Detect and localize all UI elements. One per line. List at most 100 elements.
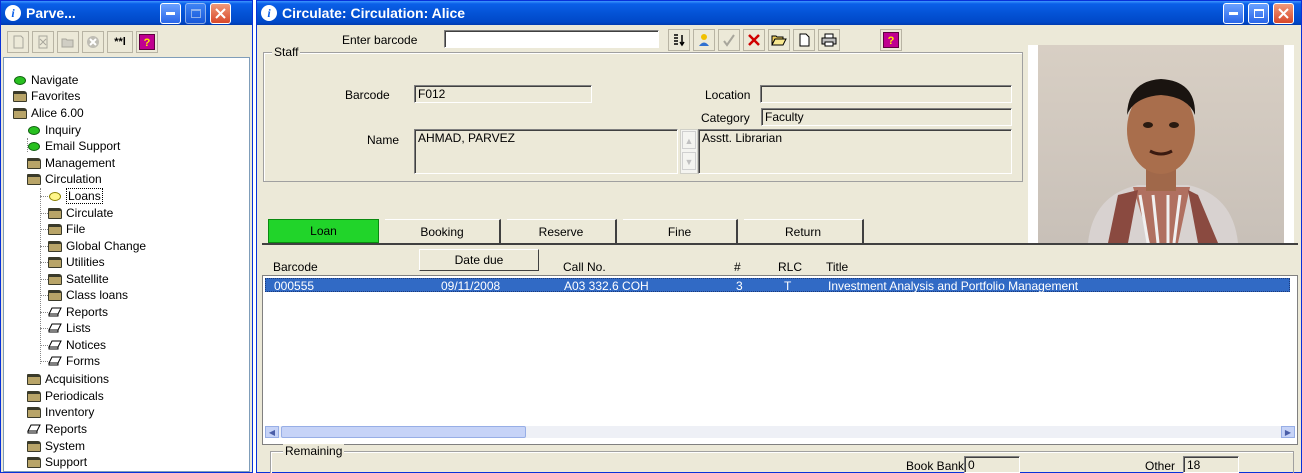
tree-item-periodicals[interactable]: Periodicals [27,388,104,404]
staff-group-title: Staff [272,45,301,59]
tree-item-management[interactable]: Management [27,155,115,171]
barcode-input[interactable] [444,30,659,48]
location-field[interactable] [760,85,1012,103]
close-button[interactable] [1273,3,1294,24]
name-field[interactable]: AHMAD, PARVEZ [414,129,678,174]
tree-label: Reports [66,305,109,319]
tab-reserve[interactable]: Reserve [507,219,617,243]
tree-connector [40,312,48,313]
minimize-icon [1229,12,1238,15]
other-label: Other [1145,459,1176,473]
tab-label: Loan [310,224,337,238]
patron-button[interactable] [693,29,715,51]
stop-button[interactable] [82,31,104,53]
cell-title: Investment Analysis and Portfolio Manage… [828,279,1079,293]
tree-label: File [66,222,86,236]
circulate-titlebar[interactable]: i Circulate: Circulation: Alice [257,1,1301,25]
col-rlc[interactable]: RLC [778,260,802,274]
new-button[interactable] [7,31,29,53]
delete-button[interactable] [32,31,54,53]
scroll-down-icon[interactable]: ▼ [682,152,696,170]
wildcard-button[interactable]: **l [107,31,133,53]
green-circle-icon [14,75,26,85]
category-field[interactable]: Faculty [761,108,1012,126]
cross-icon [748,34,760,46]
tree-connector [40,229,48,230]
tree-item-navigate[interactable]: Navigate [13,72,78,88]
close-button[interactable] [210,3,231,24]
tree-item-system[interactable]: System [27,438,85,454]
tree-label: Alice 6.00 [31,106,84,120]
green-circle-icon [28,125,40,135]
tree-item-inquiry[interactable]: Inquiry [27,122,81,138]
sort-button[interactable] [668,29,690,51]
tree-item-inventory[interactable]: Inventory [27,404,94,420]
tab-booking[interactable]: Booking [385,219,501,243]
person-icon [699,34,709,46]
tree-item-file[interactable]: File [48,221,85,237]
tree-item-favorites[interactable]: Favorites [13,88,80,104]
book-bank-field[interactable]: 0 [964,456,1020,473]
tree-label: Acquisitions [45,372,110,386]
scrollbar-thumb[interactable] [281,426,526,438]
tree-item-reports-sub[interactable]: Reports [48,304,108,320]
accept-button[interactable] [718,29,740,51]
minimize-button[interactable] [160,3,181,24]
help-button[interactable]: ? [136,31,158,53]
open-folder-icon [771,35,787,46]
tree-item-acquisitions[interactable]: Acquisitions [27,371,109,387]
loan-list[interactable]: 000555 09/11/2008 A03 332.6 COH 3 T Inve… [262,275,1298,445]
tab-return[interactable]: Return [744,219,864,243]
tree-item-utilities[interactable]: Utilities [48,254,105,270]
open-icon [61,38,74,48]
patron-photo-image [1038,45,1284,243]
col-call-no[interactable]: Call No. [563,260,606,274]
tree-item-circulation[interactable]: Circulation [27,171,102,187]
col-date-due[interactable]: Date due [419,249,539,271]
tree-label: Class loans [66,288,129,302]
tree-item-loans[interactable]: Loans [48,188,103,204]
tree-item-reports[interactable]: Reports [27,421,87,437]
tree-item-global-change[interactable]: Global Change [48,238,146,254]
designation-field[interactable]: Asstt. Librarian [698,129,1012,174]
col-barcode[interactable]: Barcode [273,260,318,274]
open-button[interactable] [768,29,790,51]
open-button[interactable] [57,31,79,53]
name-field-scrollbar[interactable]: ▲ ▼ [680,129,698,174]
remaining-group: Remaining [270,444,1294,473]
col-count[interactable]: # [734,260,741,274]
tree-item-forms[interactable]: Forms [48,353,100,369]
tree-item-class-loans[interactable]: Class loans [48,287,128,303]
tree-label: Email Support [45,139,121,153]
other-field[interactable]: 18 [1183,456,1239,473]
cancel-button[interactable] [743,29,765,51]
tree-connector [40,246,48,247]
tree-item-circulate[interactable]: Circulate [48,205,113,221]
tree-item-notices[interactable]: Notices [48,337,106,353]
new-icon [13,35,24,49]
folder-icon [48,240,62,252]
print-button[interactable] [818,29,840,51]
tree-item-lists[interactable]: Lists [48,320,91,336]
col-title[interactable]: Title [826,260,848,274]
folder-icon [13,107,27,119]
tree-item-satellite[interactable]: Satellite [48,271,109,287]
tree-label: Notices [66,338,107,352]
staff-barcode-field[interactable]: F012 [414,85,592,103]
scroll-up-icon[interactable]: ▲ [682,131,696,149]
help-button[interactable]: ? [880,29,902,51]
tree-item-support[interactable]: Support [27,454,87,470]
navigator-titlebar[interactable]: i Parve... [1,1,252,25]
maximize-button[interactable] [1248,3,1269,24]
table-row[interactable]: 000555 09/11/2008 A03 332.6 COH 3 T Inve… [265,278,1290,293]
tab-fine[interactable]: Fine [623,219,738,243]
minimize-button[interactable] [1223,3,1244,24]
tree-label: Periodicals [45,389,104,403]
scroll-right-icon[interactable]: ▶ [1281,426,1295,438]
tab-loan[interactable]: Loan [268,219,379,243]
horizontal-scrollbar[interactable]: ◀ ▶ [265,426,1295,438]
new-button[interactable] [793,29,815,51]
tree-item-email-support[interactable]: Email Support [27,138,120,154]
tree-item-alice[interactable]: Alice 6.00 [13,105,84,121]
scroll-left-icon[interactable]: ◀ [265,426,279,438]
